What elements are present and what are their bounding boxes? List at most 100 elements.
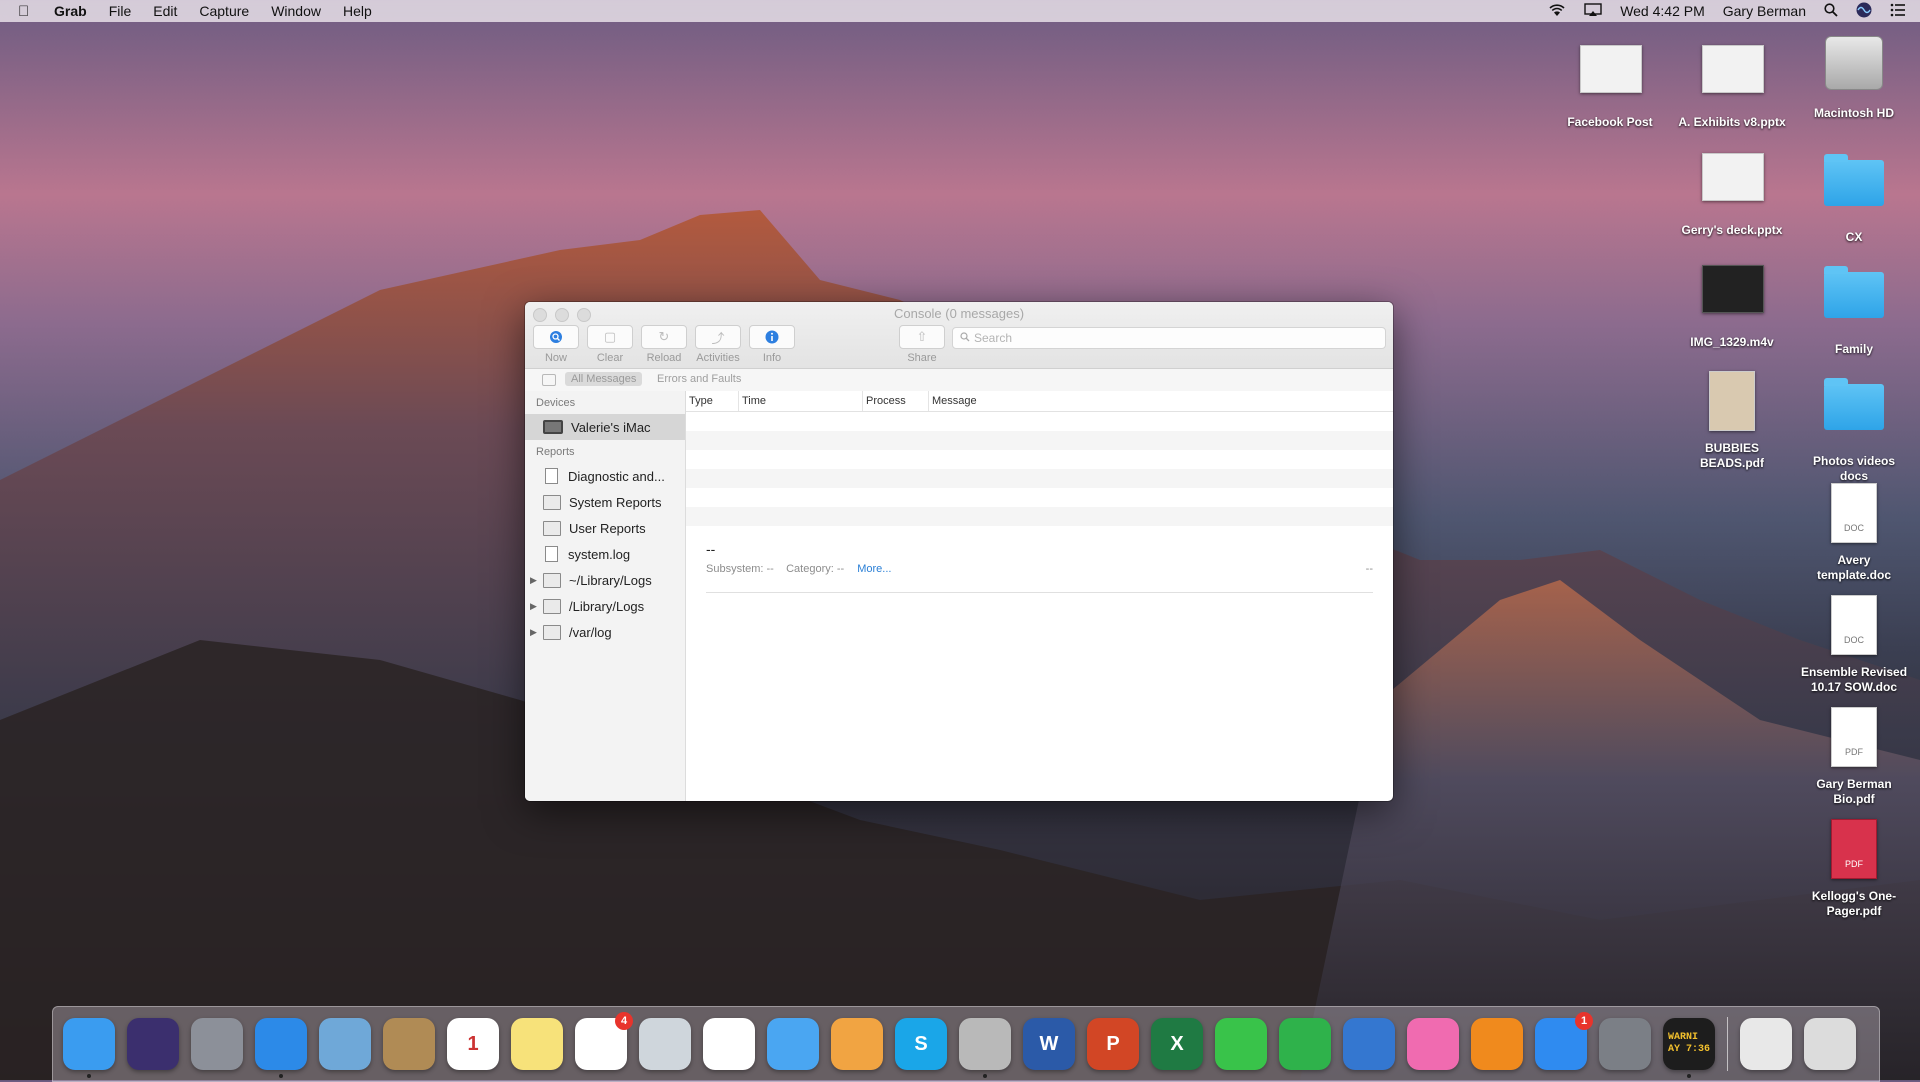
search-field[interactable]: Search [952, 327, 1386, 349]
desktop-icon-gary-berman-bio[interactable]: PDF Gary Berman Bio.pdf [1799, 704, 1909, 807]
finder-icon[interactable] [63, 1018, 115, 1078]
menu-capture[interactable]: Capture [199, 3, 249, 19]
disclosure-triangle-icon[interactable]: ▶ [530, 601, 537, 612]
pages-icon[interactable] [831, 1018, 883, 1070]
desktop-icon-avery-template[interactable]: DOC Avery template.doc [1799, 480, 1909, 583]
folder-icon [1824, 378, 1884, 430]
desktop-icon-exhibits-pptx[interactable]: A. Exhibits v8.pptx [1677, 36, 1787, 130]
info-button[interactable]: Info [749, 325, 795, 364]
dock: 1 4 S W P X 1 WARNI AY 7:36 [52, 1006, 1880, 1082]
sidebar-item-label: /Library/Logs [569, 598, 645, 614]
word-icon[interactable]: W [1023, 1018, 1075, 1070]
contacts-icon[interactable] [383, 1018, 435, 1070]
more-link[interactable]: More... [857, 563, 891, 575]
photos-icon[interactable] [703, 1018, 755, 1070]
menu-app-name[interactable]: Grab [54, 3, 87, 19]
keynote-icon[interactable] [1343, 1018, 1395, 1070]
column-type[interactable]: Type [689, 395, 713, 407]
message-list[interactable] [686, 412, 1393, 526]
reminders-icon[interactable]: 4 [575, 1012, 633, 1070]
launchpad-icon[interactable] [191, 1018, 243, 1070]
folder-icon [543, 520, 561, 536]
sidebar-toggle-icon[interactable] [542, 374, 556, 386]
imac-icon [543, 420, 563, 434]
reload-icon: ↻ [641, 325, 687, 349]
notes-icon[interactable] [511, 1018, 563, 1070]
sidebar-item-diagnostic[interactable]: Diagnostic and... [525, 463, 685, 489]
siri-icon[interactable] [127, 1018, 179, 1070]
numbers-icon[interactable] [1279, 1018, 1331, 1070]
desktop-icon-label: Family [1834, 342, 1873, 356]
trash-icon[interactable] [1804, 1018, 1856, 1070]
ibooks-icon[interactable] [1471, 1018, 1523, 1070]
desktop-icon-bubbies-beads[interactable]: BUBBIES BEADS.pdf [1677, 368, 1787, 471]
desktop-icon-gerrys-deck[interactable]: Gerry's deck.pptx [1677, 144, 1787, 238]
downloads-icon[interactable] [1740, 1018, 1792, 1070]
running-indicator [87, 1074, 91, 1078]
clear-button[interactable]: ▢ Clear [587, 325, 633, 364]
column-message[interactable]: Message [932, 395, 977, 407]
filter-all-messages[interactable]: All Messages [565, 372, 643, 386]
table-row [686, 507, 1393, 526]
column-divider[interactable] [928, 391, 929, 411]
disclosure-triangle-icon[interactable]: ▶ [530, 575, 537, 586]
column-process[interactable]: Process [866, 395, 906, 407]
sidebar-item-device[interactable]: Valerie's iMac [525, 414, 685, 440]
excel-icon[interactable]: X [1151, 1018, 1203, 1070]
file-type-tag: DOC [1844, 523, 1864, 533]
reload-button[interactable]: ↻ Reload [641, 325, 687, 364]
wifi-icon[interactable] [1548, 3, 1566, 20]
itunes-icon[interactable] [1407, 1018, 1459, 1070]
column-divider[interactable] [862, 391, 863, 411]
menu-edit[interactable]: Edit [153, 3, 177, 19]
sidebar-item-var-log[interactable]: ▶ /var/log [525, 619, 685, 645]
desktop-icon-kelloggs-one-pager[interactable]: PDF Kellogg's One-Pager.pdf [1799, 816, 1909, 919]
desktop-icon-photos-videos-docs[interactable]: Photos videos docs [1799, 372, 1909, 484]
desktop-icon-macintosh-hd[interactable]: Macintosh HD [1799, 30, 1909, 121]
sidebar-item-user-reports[interactable]: User Reports [525, 515, 685, 541]
column-divider[interactable] [738, 391, 739, 411]
safari-icon[interactable] [255, 1018, 307, 1078]
desktop-icon-facebook-post[interactable]: Facebook Post [1555, 36, 1665, 130]
user-menu[interactable]: Gary Berman [1723, 3, 1806, 19]
sidebar-item-system-reports[interactable]: System Reports [525, 489, 685, 515]
desktop-icon-family-folder[interactable]: Family [1799, 260, 1909, 357]
presentation-thumbnail-icon [1702, 45, 1764, 93]
sidebar-item-system-log[interactable]: system.log [525, 541, 685, 567]
desktop-icon-cx-folder[interactable]: CX [1799, 148, 1909, 245]
airplay-icon[interactable] [1584, 2, 1602, 20]
apple-menu-icon[interactable]:  [18, 3, 36, 20]
mail-icon[interactable] [319, 1018, 371, 1070]
column-time[interactable]: Time [742, 395, 766, 407]
desktop-icon-img-1329[interactable]: IMG_1329.m4v [1677, 256, 1787, 350]
system-preferences-icon[interactable] [1599, 1018, 1651, 1070]
preview-icon[interactable] [639, 1018, 691, 1070]
filter-errors-faults[interactable]: Errors and Faults [657, 373, 741, 385]
desktop-icon-ensemble-sow[interactable]: DOC Ensemble Revised 10.17 SOW.doc [1799, 592, 1909, 695]
activities-icon: ⤴ [695, 325, 741, 349]
reports-header: Reports [536, 446, 575, 458]
sidebar-item-user-library-logs[interactable]: ▶ ~/Library/Logs [525, 567, 685, 593]
folder-icon [543, 572, 561, 588]
siri-menu-icon[interactable] [1856, 2, 1872, 21]
skype-icon[interactable]: S [895, 1018, 947, 1070]
now-button[interactable]: Now [533, 325, 579, 364]
calendar-icon[interactable]: 1 [447, 1018, 499, 1070]
grab-icon[interactable] [959, 1018, 1011, 1078]
activities-button[interactable]: ⤴ Activities [695, 325, 741, 364]
messages-icon[interactable] [767, 1018, 819, 1070]
menu-window[interactable]: Window [271, 3, 321, 19]
clock[interactable]: Wed 4:42 PM [1620, 3, 1705, 19]
menu-file[interactable]: File [109, 3, 132, 19]
share-button[interactable]: ⇧ Share [899, 325, 945, 364]
menu-help[interactable]: Help [343, 3, 372, 19]
spotlight-icon[interactable] [1824, 2, 1838, 20]
reload-label: Reload [646, 352, 682, 364]
console-icon[interactable]: WARNI AY 7:36 [1663, 1018, 1715, 1078]
disclosure-triangle-icon[interactable]: ▶ [530, 627, 537, 638]
facetime-icon[interactable] [1215, 1018, 1267, 1070]
appstore-icon[interactable]: 1 [1535, 1012, 1593, 1070]
sidebar-item-library-logs[interactable]: ▶ /Library/Logs [525, 593, 685, 619]
powerpoint-icon[interactable]: P [1087, 1018, 1139, 1070]
notification-center-icon[interactable] [1890, 3, 1906, 20]
